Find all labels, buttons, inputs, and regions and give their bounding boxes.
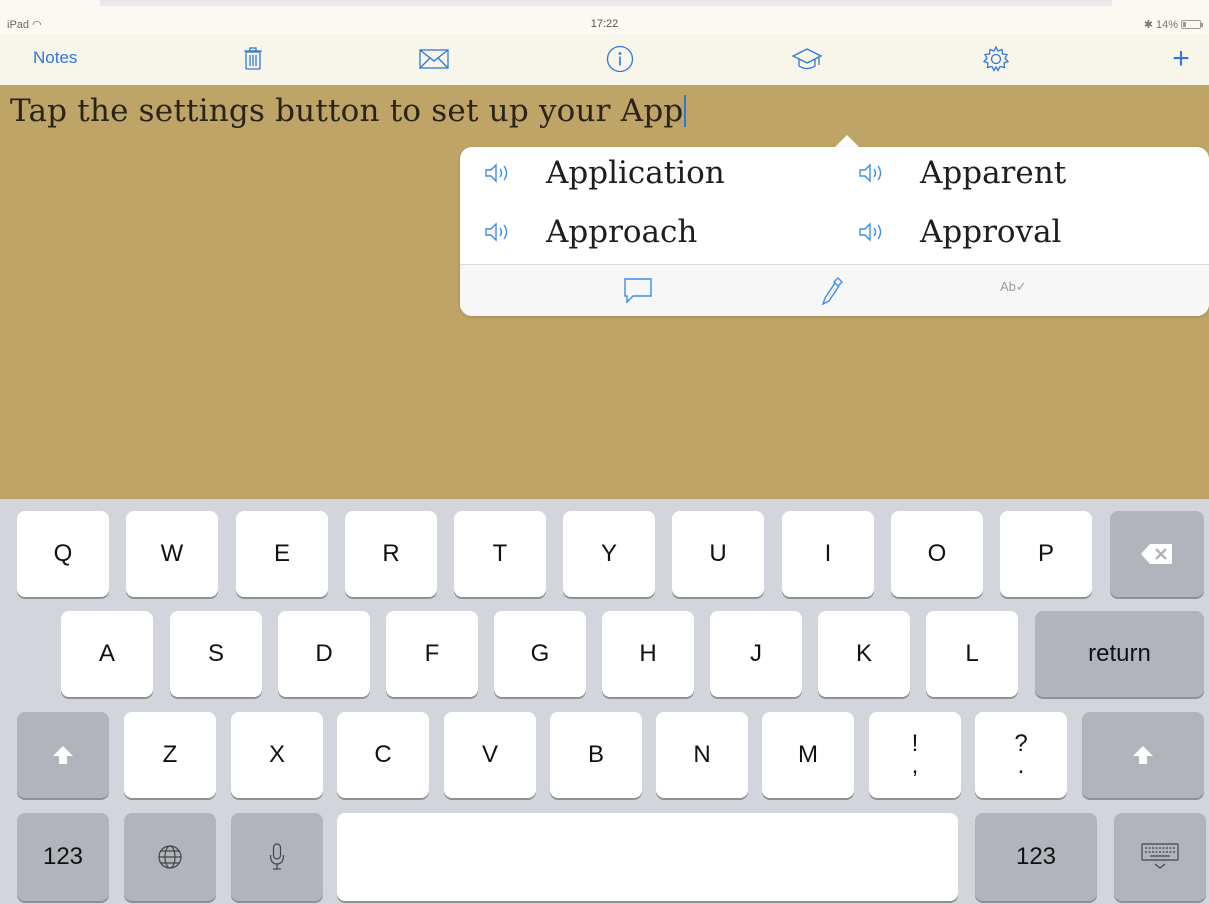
popover-footer: Ab✓ (460, 265, 1209, 316)
suggestion-word: Apparent (920, 155, 1067, 191)
key-bottom-char: , (911, 752, 919, 779)
shift-key-right[interactable] (1082, 712, 1204, 798)
backspace-icon (1141, 544, 1172, 564)
key-c[interactable]: C (337, 712, 429, 798)
note-text-line[interactable]: Tap the settings button to set up your A… (10, 93, 687, 129)
add-note-button[interactable]: + (1164, 39, 1198, 79)
key-e[interactable]: E (236, 511, 328, 597)
microphone-icon (269, 843, 285, 870)
dictation-key[interactable] (231, 813, 323, 901)
battery-status: ✱ 14% (1143, 18, 1203, 31)
graduation-cap-icon[interactable] (790, 43, 824, 75)
key-o[interactable]: O (891, 511, 983, 597)
delete-key[interactable] (1110, 511, 1204, 597)
note-text: Tap the settings button to set up your A… (10, 93, 684, 129)
return-key[interactable]: return (1035, 611, 1204, 697)
speaker-icon[interactable] (484, 219, 514, 245)
globe-icon (158, 845, 182, 869)
battery-icon (1181, 20, 1203, 29)
key-a[interactable]: A (61, 611, 153, 697)
key-q[interactable]: Q (17, 511, 109, 597)
text-caret (684, 95, 687, 127)
speaker-icon[interactable] (484, 160, 514, 186)
key-x[interactable]: X (231, 712, 323, 798)
numbers-key-right[interactable]: 123 (975, 813, 1097, 901)
key-w[interactable]: W (126, 511, 218, 597)
key-bottom-char: . (1017, 752, 1025, 779)
key-u[interactable]: U (672, 511, 764, 597)
top-strip (100, 0, 1112, 6)
abc-check-label: Ab (1000, 279, 1016, 294)
speaker-icon[interactable] (858, 219, 888, 245)
key-g[interactable]: G (494, 611, 586, 697)
suggestion-word: Approval (920, 214, 1062, 250)
suggestion-item[interactable]: Apparent (858, 151, 1066, 195)
globe-key[interactable] (124, 813, 216, 901)
key-n[interactable]: N (656, 712, 748, 798)
speaker-icon[interactable] (858, 160, 888, 186)
key-p[interactable]: P (1000, 511, 1092, 597)
suggestion-item[interactable]: Application (484, 151, 725, 195)
status-bar: iPad ◠ 17:22 ✱ 14% (0, 0, 1209, 34)
key-i[interactable]: I (782, 511, 874, 597)
shift-key-left[interactable] (17, 712, 109, 798)
suggestion-word: Approach (546, 214, 698, 250)
key-b[interactable]: B (550, 712, 642, 798)
gear-icon[interactable] (979, 43, 1013, 75)
numbers-key-left[interactable]: 123 (17, 813, 109, 901)
suggestion-word: Application (546, 155, 725, 191)
keyboard-dismiss-icon (1141, 843, 1179, 869)
key-t[interactable]: T (454, 511, 546, 597)
dismiss-keyboard-key[interactable] (1114, 813, 1206, 901)
speech-bubble-icon[interactable] (620, 275, 656, 307)
suggestion-item[interactable]: Approach (484, 210, 697, 254)
battery-percent: 14% (1155, 18, 1178, 31)
space-key[interactable] (337, 813, 958, 901)
bluetooth-icon: ✱ (1143, 19, 1153, 31)
key-d[interactable]: D (278, 611, 370, 697)
word-suggestion-popover: Application Apparent Approach Approval A… (460, 147, 1209, 316)
on-screen-keyboard: Q W E R T Y U I O P A S D F G H J K L re… (0, 499, 1209, 904)
key-k[interactable]: K (818, 611, 910, 697)
key-v[interactable]: V (444, 712, 536, 798)
key-r[interactable]: R (345, 511, 437, 597)
key-exclamation-comma[interactable]: !, (869, 712, 961, 798)
key-l[interactable]: L (926, 611, 1018, 697)
key-z[interactable]: Z (124, 712, 216, 798)
shift-arrow-icon (53, 746, 73, 764)
dropper-icon[interactable] (814, 275, 850, 307)
key-f[interactable]: F (386, 611, 478, 697)
mail-icon[interactable] (417, 43, 451, 75)
info-icon[interactable] (603, 43, 637, 75)
key-y[interactable]: Y (563, 511, 655, 597)
key-h[interactable]: H (602, 611, 694, 697)
trash-icon[interactable] (236, 43, 270, 75)
key-j[interactable]: J (710, 611, 802, 697)
key-question-period[interactable]: ?. (975, 712, 1067, 798)
toolbar: Notes + (0, 34, 1209, 85)
key-m[interactable]: M (762, 712, 854, 798)
status-time: 17:22 (590, 18, 619, 30)
notes-button[interactable]: Notes (33, 48, 77, 68)
shift-arrow-icon (1133, 746, 1153, 764)
suggestion-item[interactable]: Approval (858, 210, 1061, 254)
abc-check-icon[interactable]: Ab✓ (1000, 279, 1027, 295)
key-s[interactable]: S (170, 611, 262, 697)
